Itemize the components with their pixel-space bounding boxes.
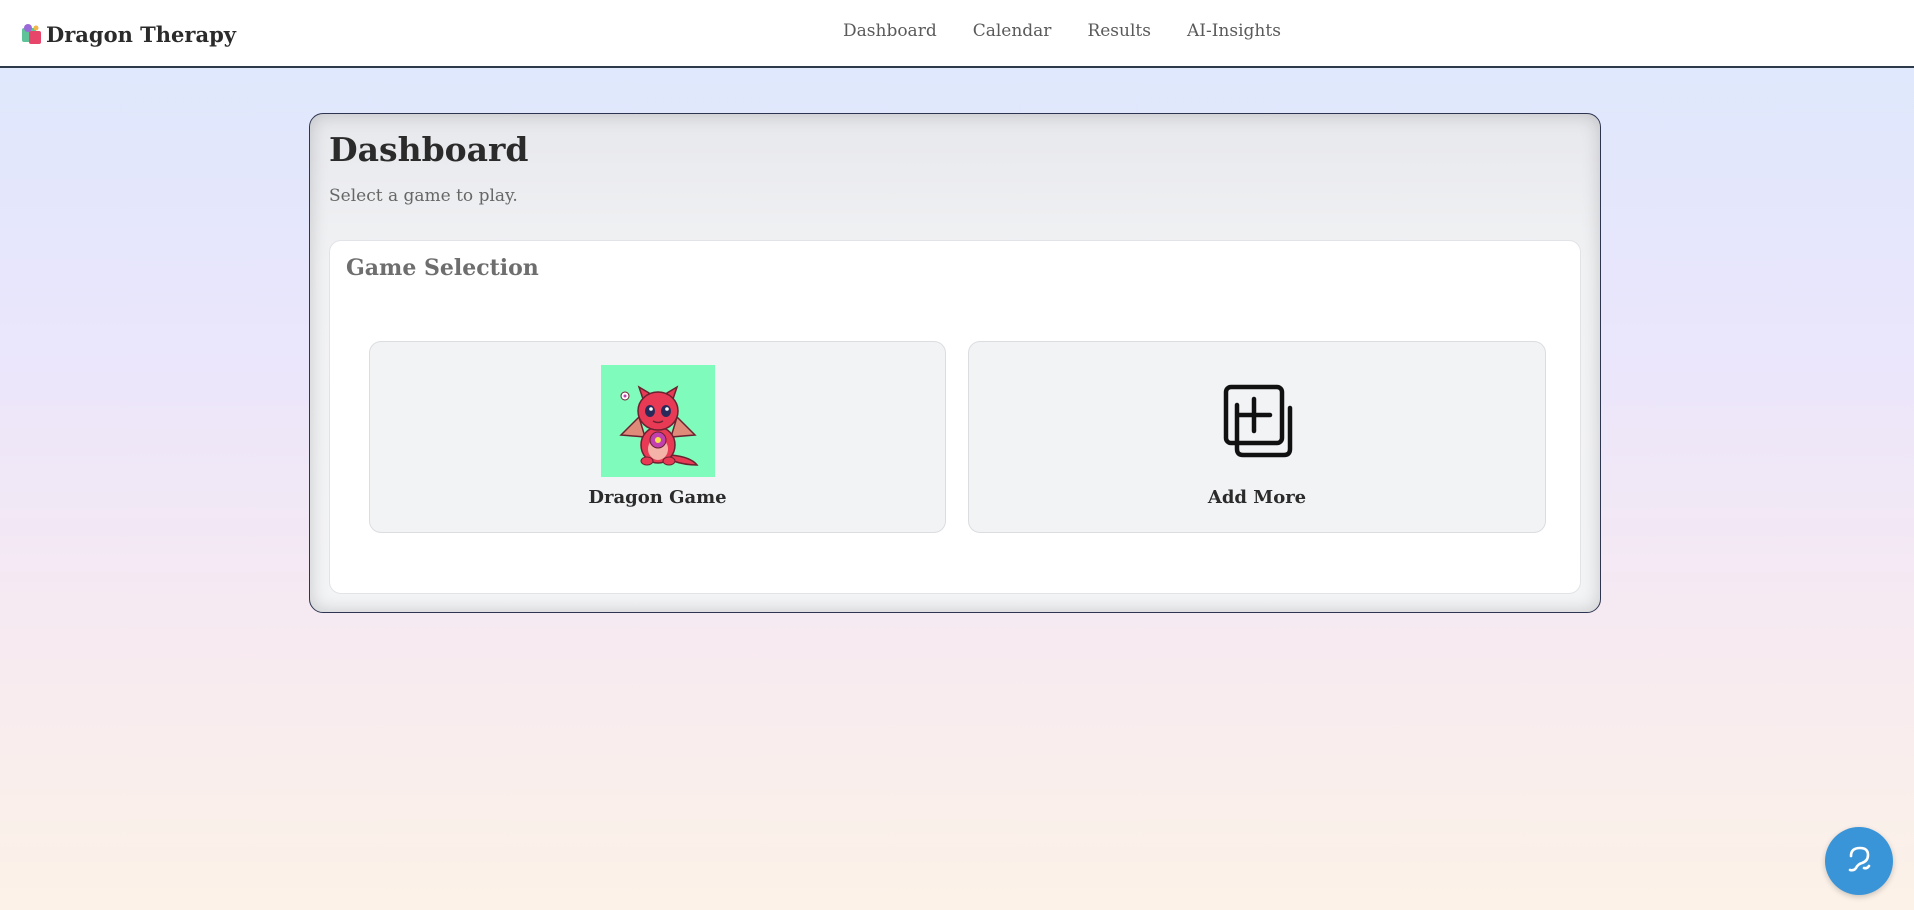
nav-ai-insights[interactable]: AI-Insights [1187, 21, 1281, 41]
dragon-game-tile[interactable]: Dragon Game [369, 341, 946, 533]
nav-dashboard[interactable]: Dashboard [843, 21, 937, 41]
brand-name: Dragon Therapy [46, 21, 236, 47]
brand[interactable]: Dragon Therapy [20, 20, 236, 48]
assistant-chat-icon [1842, 842, 1876, 880]
main-nav: Dashboard Calendar Results AI-Insights [843, 21, 1281, 41]
nav-calendar[interactable]: Calendar [973, 21, 1052, 41]
add-more-label: Add More [1207, 487, 1307, 508]
dragon-game-image [600, 365, 715, 477]
add-more-icon [1200, 365, 1314, 477]
section-title: Game Selection [346, 255, 539, 281]
assistant-chat-button[interactable] [1825, 827, 1893, 895]
top-navigation-bar: Dragon Therapy Dashboard Calendar Result… [0, 0, 1914, 68]
game-selection-card: Game Selection Dragon Game Add More [329, 240, 1581, 594]
page-title: Dashboard [329, 130, 529, 169]
dragon-logo-icon [20, 22, 44, 46]
dragon-game-label: Dragon Game [588, 487, 727, 508]
page-subtitle: Select a game to play. [329, 186, 518, 206]
dashboard-panel: Dashboard Select a game to play. Game Se… [309, 113, 1601, 613]
nav-results[interactable]: Results [1087, 21, 1151, 41]
add-more-tile[interactable]: Add More [968, 341, 1546, 533]
